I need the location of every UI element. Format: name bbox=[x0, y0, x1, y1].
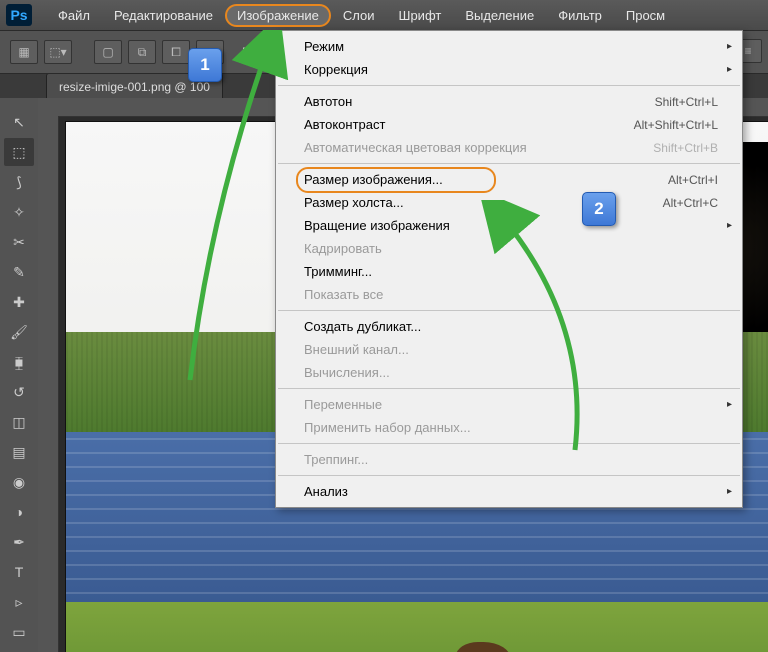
menu-item-label: Вычисления... bbox=[304, 365, 390, 380]
menu-item[interactable]: Коррекция bbox=[276, 58, 742, 81]
menu-item[interactable]: Тримминг... bbox=[276, 260, 742, 283]
ruler-vertical bbox=[38, 98, 59, 652]
image-menu-dropdown: Режим Коррекция Автотон Shift+Ctrl+L Автокон… bbox=[275, 30, 743, 508]
app-logo: Ps bbox=[6, 4, 32, 26]
menu-separator bbox=[278, 388, 740, 389]
menu-select[interactable]: Выделение bbox=[453, 4, 546, 27]
tool-crop[interactable]: ✂ bbox=[4, 228, 34, 256]
tool-path[interactable]: ▹ bbox=[4, 588, 34, 616]
menu-item[interactable]: Анализ bbox=[276, 480, 742, 503]
menu-item: Переменные bbox=[276, 393, 742, 416]
menu-layers[interactable]: Слои bbox=[331, 4, 387, 27]
tool-shape[interactable]: ▭ bbox=[4, 618, 34, 646]
annotation-badge-1: 1 bbox=[188, 48, 222, 82]
tool-blur[interactable]: ◉ bbox=[4, 468, 34, 496]
menu-item: Показать все bbox=[276, 283, 742, 306]
menu-image[interactable]: Изображение bbox=[225, 4, 331, 27]
tool-eraser[interactable]: ◫ bbox=[4, 408, 34, 436]
menu-item-label: Размер изображения... bbox=[304, 172, 443, 187]
menu-image-label: Изображение bbox=[237, 8, 319, 23]
selection-new-icon[interactable]: ▢ bbox=[94, 40, 122, 64]
tool-wand[interactable]: ✧ bbox=[4, 198, 34, 226]
menu-item-label: Размер холста... bbox=[304, 195, 404, 210]
menu-separator bbox=[278, 310, 740, 311]
options-label: Pa bbox=[242, 45, 257, 59]
tool-heal[interactable]: ✚ bbox=[4, 288, 34, 316]
menu-item[interactable]: Режим bbox=[276, 35, 742, 58]
document-tab-title: resize-imige-001.png @ 100 bbox=[59, 80, 210, 94]
menu-edit[interactable]: Редактирование bbox=[102, 4, 225, 27]
tool-marquee[interactable]: ⬚ bbox=[4, 138, 34, 166]
menu-item-shortcut: Shift+Ctrl+B bbox=[653, 141, 718, 155]
tool-brush[interactable]: 🖌 bbox=[4, 318, 34, 346]
menu-item-label: Вращение изображения bbox=[304, 218, 450, 233]
menu-item-label: Автоконтраст bbox=[304, 117, 385, 132]
menu-item-label: Переменные bbox=[304, 397, 382, 412]
menu-item-shortcut: Alt+Shift+Ctrl+L bbox=[634, 118, 718, 132]
tools-panel: ↖ ⬚ ⟆ ✧ ✂ ✎ ✚ 🖌 ⧯ ↺ ◫ ▤ ◉ ◑ ✒ T ▹ ▭ bbox=[0, 98, 39, 652]
menubar: Ps Файл Редактирование Изображение Слои … bbox=[0, 0, 768, 31]
menu-item: Кадрировать bbox=[276, 237, 742, 260]
tool-dodge[interactable]: ◑ bbox=[4, 498, 34, 526]
menu-separator bbox=[278, 475, 740, 476]
menu-item-label: Анализ bbox=[304, 484, 348, 499]
tool-move[interactable]: ↖ bbox=[4, 108, 34, 136]
menu-item-label: Тримминг... bbox=[304, 264, 372, 279]
tool-eyedropper[interactable]: ✎ bbox=[4, 258, 34, 286]
menu-item[interactable]: Вращение изображения bbox=[276, 214, 742, 237]
menu-item[interactable]: Автоконтраст Alt+Shift+Ctrl+L bbox=[276, 113, 742, 136]
selection-add-icon[interactable]: ⧉ bbox=[128, 40, 156, 64]
menu-item-label: Коррекция bbox=[304, 62, 368, 77]
menu-item-shortcut: Alt+Ctrl+C bbox=[663, 196, 718, 210]
menu-item: Автоматическая цветовая коррекция Shift+C… bbox=[276, 136, 742, 159]
tool-history-brush[interactable]: ↺ bbox=[4, 378, 34, 406]
menu-filter[interactable]: Фильтр bbox=[546, 4, 614, 27]
menu-item: Внешний канал... bbox=[276, 338, 742, 361]
menu-item-label: Показать все bbox=[304, 287, 383, 302]
menu-item[interactable]: Автотон Shift+Ctrl+L bbox=[276, 90, 742, 113]
menu-item[interactable]: Размер изображения... Alt+Ctrl+I bbox=[276, 168, 742, 191]
selection-subtract-icon[interactable]: ⧠ bbox=[162, 40, 190, 64]
annotation-badge-2: 2 bbox=[582, 192, 616, 226]
menu-item: Вычисления... bbox=[276, 361, 742, 384]
menu-item-label: Применить набор данных... bbox=[304, 420, 471, 435]
menu-separator bbox=[278, 85, 740, 86]
menu-type[interactable]: Шрифт bbox=[387, 4, 454, 27]
tool-preset[interactable]: ▦ bbox=[10, 40, 38, 64]
menu-item: Применить набор данных... bbox=[276, 416, 742, 439]
menu-separator bbox=[278, 443, 740, 444]
menu-item-label: Треппинг... bbox=[304, 452, 368, 467]
marquee-dropdown-icon[interactable]: ⬚▾ bbox=[44, 40, 72, 64]
menu-item-label: Автоматическая цветовая коррекция bbox=[304, 140, 527, 155]
menu-item: Треппинг... bbox=[276, 448, 742, 471]
menu-separator bbox=[278, 163, 740, 164]
menu-item-shortcut: Shift+Ctrl+L bbox=[655, 95, 718, 109]
tool-lasso[interactable]: ⟆ bbox=[4, 168, 34, 196]
menu-item-label: Кадрировать bbox=[304, 241, 382, 256]
tool-type[interactable]: T bbox=[4, 558, 34, 586]
tool-pen[interactable]: ✒ bbox=[4, 528, 34, 556]
menu-item-label: Внешний канал... bbox=[304, 342, 409, 357]
menu-item[interactable]: Создать дубликат... bbox=[276, 315, 742, 338]
tool-gradient[interactable]: ▤ bbox=[4, 438, 34, 466]
menu-item-label: Режим bbox=[304, 39, 344, 54]
menu-item-shortcut: Alt+Ctrl+I bbox=[668, 173, 718, 187]
menu-file[interactable]: Файл bbox=[46, 4, 102, 27]
tool-stamp[interactable]: ⧯ bbox=[4, 348, 34, 376]
menu-view[interactable]: Просм bbox=[614, 4, 677, 27]
menu-item-label: Автотон bbox=[304, 94, 352, 109]
menu-item-label: Создать дубликат... bbox=[304, 319, 421, 334]
menu-item[interactable]: Размер холста... Alt+Ctrl+C bbox=[276, 191, 742, 214]
